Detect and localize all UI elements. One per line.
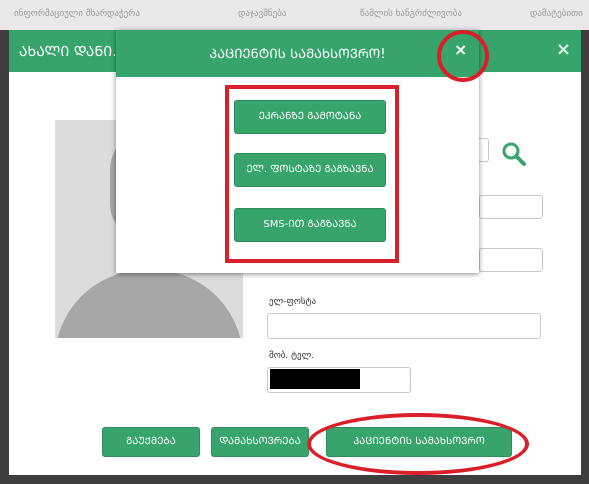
avatar-body	[55, 270, 243, 338]
dialog-header: ᲞᲐᲪᲘᲔᲜᲢᲘᲡ ᲡᲐᲛᲐᲮᲡᲝᲕᲠᲝ! ×	[116, 30, 479, 77]
email-field[interactable]	[267, 313, 541, 339]
background-nav-bar: ინფორმაციული მხარდაჭერა დაჯავშნება წამლი…	[0, 0, 589, 30]
background-overlay-right	[581, 30, 589, 484]
field-1[interactable]	[479, 195, 543, 219]
background-overlay-left	[0, 30, 9, 484]
mobile-label: მობ. ტელ.	[269, 351, 315, 361]
cancel-button[interactable]: ᲒᲐᲣᲥᲛᲔᲑᲐ	[102, 427, 200, 457]
nav-item-3[interactable]: წამლის ხანგრძლივობა	[360, 9, 462, 19]
search-icon[interactable]	[501, 141, 527, 167]
nav-item-1[interactable]: ინფორმაციული მხარდაჭერა	[14, 9, 140, 19]
highlight-close-button	[437, 30, 489, 82]
save-button[interactable]: ᲓᲐᲛᲐᲮᲡᲝᲕᲠᲔᲑᲐ	[211, 427, 309, 457]
nav-item-4[interactable]: დამატებითი	[530, 9, 583, 19]
highlight-send-options	[225, 85, 399, 263]
email-label: ელ-ფოსტა	[269, 297, 317, 307]
dialog-title: ᲞᲐᲪᲘᲔᲜᲢᲘᲡ ᲡᲐᲛᲐᲮᲡᲝᲕᲠᲝ!	[209, 47, 386, 62]
redacted-phone	[270, 369, 360, 389]
background-overlay-bottom	[0, 474, 589, 484]
close-icon[interactable]: ×	[556, 39, 571, 60]
highlight-reminder-button	[307, 413, 529, 475]
nav-item-2[interactable]: დაჯავშნება	[238, 9, 286, 19]
field-2[interactable]	[479, 248, 543, 272]
modal-title: ᲐᲮᲐᲚᲘ ᲓᲐᲜᲘ...	[19, 44, 126, 60]
